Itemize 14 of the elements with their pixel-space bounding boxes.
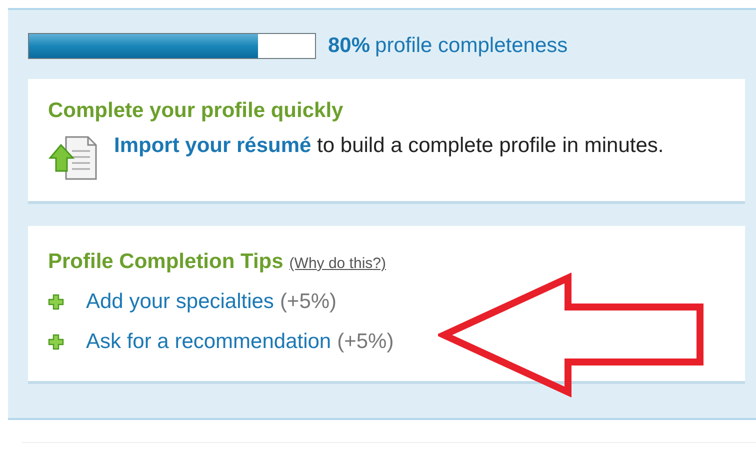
plus-icon [48,294,64,310]
tip-link[interactable]: Ask for a recommendation [86,330,332,354]
plus-icon [48,334,64,350]
card-title: Profile Completion Tips [48,250,284,274]
percent-text: 80% [328,34,370,58]
document-upload-icon [48,135,98,181]
import-link[interactable]: Import your résumé [114,134,312,157]
import-description: Import your résumé to build a complete profile in minutes. [114,133,665,159]
help-link[interactable]: (Why do this?) [289,255,386,272]
progress-label: profile completeness [375,34,568,58]
bonus-text: (+5%) [280,290,337,314]
tip-link[interactable]: Add your specialties [86,290,274,314]
bonus-text: (+5%) [337,330,394,354]
card-title: Complete your profile quickly [48,99,344,123]
